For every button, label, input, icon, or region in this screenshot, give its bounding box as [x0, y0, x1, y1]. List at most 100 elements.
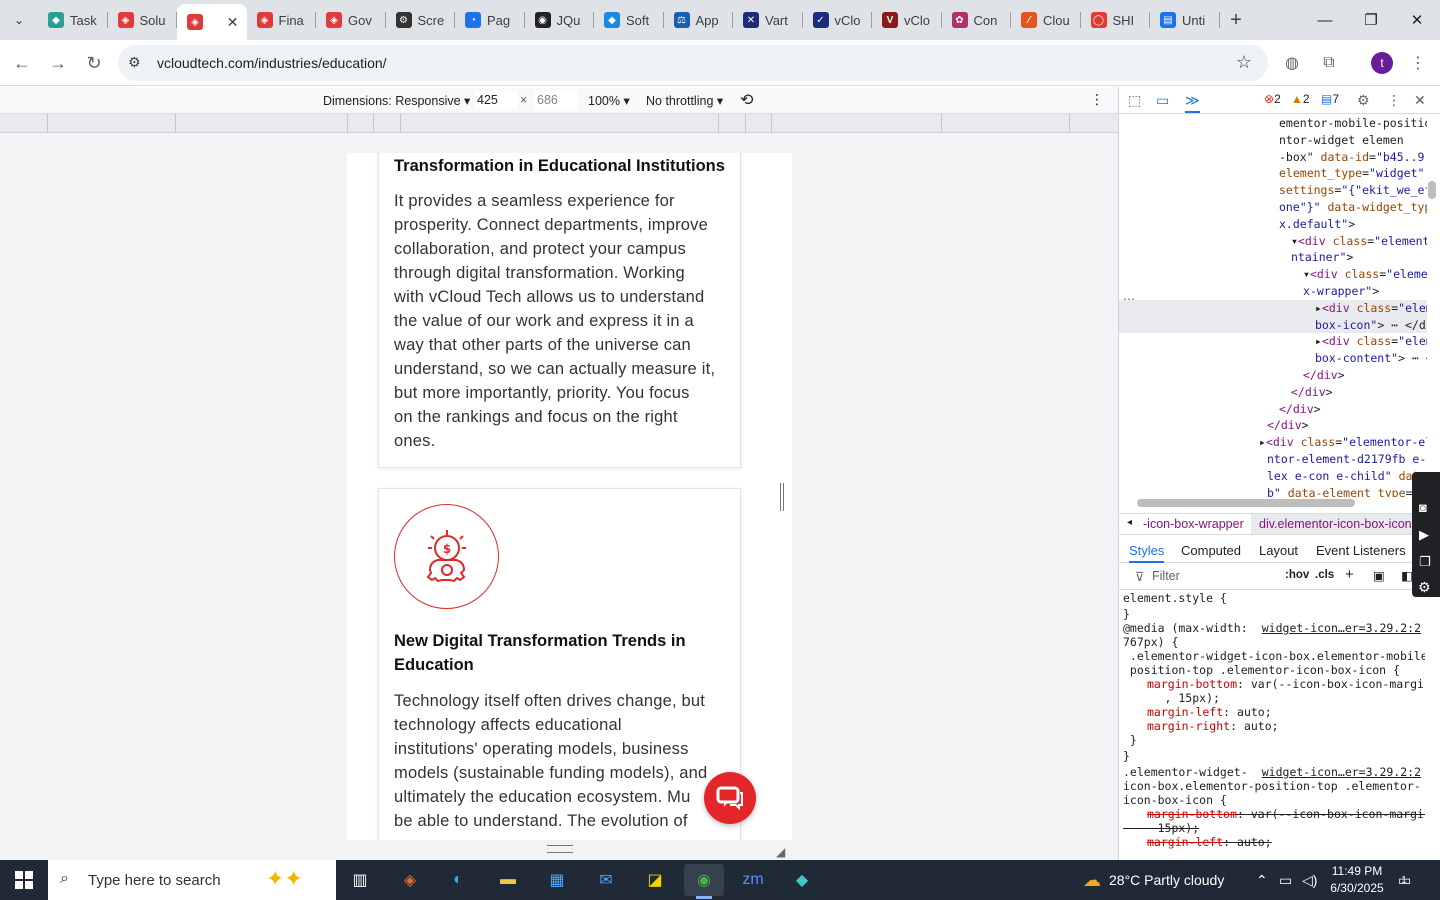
css-rule-line[interactable]: 15px); — [1119, 821, 1425, 835]
volume-icon[interactable]: ◁) — [1302, 860, 1317, 900]
css-rule-line[interactable]: } — [1119, 749, 1425, 763]
address-bar[interactable]: ⚙ vcloudtech.com/industries/education/ ☆ — [118, 45, 1268, 81]
throttling-select[interactable]: No throttling ▾ — [646, 93, 723, 108]
browser-tab[interactable]: ◈ Fina — [247, 4, 317, 36]
dom-node-line[interactable]: ntainer"> — [1119, 249, 1427, 266]
dom-node-line[interactable]: ntor-element-d2179fb e-c — [1119, 451, 1427, 468]
css-rule-line[interactable]: position-top .elementor-icon-box-icon { — [1119, 663, 1425, 677]
dom-node-line[interactable]: lex e-con e-child" data- — [1119, 468, 1427, 485]
resize-handle-bottom[interactable] — [547, 845, 573, 853]
edge-icon[interactable]: ◐ — [438, 864, 478, 896]
css-rule-line[interactable]: widget-icon…er=3.29.2:2 .elementor-widget… — [1119, 765, 1425, 779]
breadcrumb-item-selected[interactable]: div.elementor-icon-box-icon — [1251, 514, 1420, 534]
video-icon[interactable]: ▶ — [1419, 521, 1440, 548]
chrome-icon[interactable]: ◉ — [684, 864, 724, 899]
css-rule-line[interactable]: icon-box.elementor-position-top .element… — [1119, 779, 1425, 793]
browser-tab[interactable]: VvClo — [872, 4, 942, 36]
reload-icon[interactable]: ↻ — [82, 51, 106, 75]
css-rule-line[interactable]: widget-icon…er=3.29.2:2 @media (max-width… — [1119, 621, 1425, 635]
dom-node-line[interactable]: ntor-widget elemen — [1119, 132, 1427, 149]
browser-tab[interactable]: ⚙ Scre — [386, 4, 456, 36]
dom-node-line[interactable]: ▸<div class="eleme — [1119, 333, 1427, 350]
camera-icon[interactable]: ◙ — [1419, 494, 1440, 521]
breadcrumb-item[interactable]: -icon-box-wrapper — [1143, 517, 1244, 531]
network-icon[interactable]: ▭ — [1279, 860, 1292, 900]
menu-icon[interactable]: ⋮ — [1407, 52, 1429, 74]
dom-ellipsis-icon[interactable]: ⋯ — [1123, 292, 1135, 306]
dom-node-line[interactable]: -box" data-id="b45..9 — [1119, 149, 1427, 166]
warnings-count[interactable]: ▲2 — [1291, 92, 1310, 106]
resize-handle-right[interactable] — [780, 483, 784, 511]
resize-handle-corner[interactable]: ◢ — [776, 845, 785, 859]
mail-icon[interactable]: ✉ — [586, 864, 626, 896]
new-rule-icon[interactable]: + — [1345, 566, 1354, 583]
notifications-icon[interactable]: ▭ 1 — [1398, 860, 1411, 900]
dom-node-line[interactable]: settings="{"ekit_we_ef — [1119, 182, 1427, 199]
rotate-icon[interactable]: ⟲ — [740, 90, 753, 110]
tab-layout[interactable]: Layout — [1259, 543, 1298, 558]
close-devtools-icon[interactable]: ✕ — [1414, 92, 1426, 109]
browser-tab[interactable]: ◆ Task — [38, 4, 108, 36]
profile-avatar[interactable]: t — [1371, 52, 1393, 74]
dom-node-line[interactable]: x-wrapper"> — [1119, 283, 1427, 300]
extensions-icon[interactable]: ⧉ — [1318, 52, 1340, 74]
css-rule-line[interactable]: icon-box-icon { — [1119, 793, 1425, 807]
dom-node-line[interactable]: ▾<div class="elementor — [1119, 233, 1427, 250]
dom-node-line[interactable]: box-content"> ⋯ < — [1119, 350, 1427, 367]
dom-node-line[interactable]: one"}" data-widget_typ — [1119, 199, 1427, 216]
clock[interactable]: 11:49 PM 6/30/2025 — [1330, 860, 1384, 900]
device-toggle-icon[interactable]: ▭ — [1156, 92, 1169, 109]
maximize-icon[interactable]: ❐ — [1348, 0, 1394, 40]
new-tab-button[interactable]: + — [1224, 8, 1248, 32]
dom-node-line[interactable]: element_type="widget" — [1119, 165, 1427, 182]
zoom-app-icon[interactable]: zm — [733, 864, 773, 896]
translate-icon[interactable]: ◍ — [1281, 52, 1303, 74]
chat-button[interactable] — [704, 772, 756, 824]
css-rule-line[interactable]: margin-left: auto; — [1119, 705, 1425, 719]
url-text[interactable]: vcloudtech.com/industries/education/ — [157, 55, 387, 71]
taskbar-search[interactable]: ⌕ Type here to search ✦✦ — [48, 860, 336, 900]
zoom-select[interactable]: 100% ▾ — [588, 93, 630, 108]
task-view-icon[interactable]: ▥ — [340, 864, 380, 896]
css-rule-line[interactable]: , 15px); — [1119, 691, 1425, 705]
search-highlight-icon[interactable]: ✦✦ — [266, 866, 303, 892]
tab-search-icon[interactable]: ⌄ — [6, 8, 32, 32]
dom-node-line[interactable]: </div> — [1119, 367, 1427, 384]
bookmark-star-icon[interactable]: ☆ — [1236, 52, 1252, 73]
messages-count[interactable]: ▤7 — [1321, 92, 1339, 106]
css-rule-line[interactable]: .elementor-widget-icon-box.elementor-mob… — [1119, 649, 1425, 663]
browser-tab[interactable]: ✓ vClo — [803, 4, 873, 36]
styles-pane[interactable]: element.style {} widget-icon…er=3.29.2:2 @… — [1119, 591, 1425, 860]
dom-node-line[interactable]: ▾<div class="element — [1119, 266, 1427, 283]
dom-node-line[interactable]: ▸<div class="elementor-el — [1119, 434, 1427, 451]
weather-widget[interactable]: ☁ 28°C Partly cloudy — [1083, 860, 1224, 900]
height-input[interactable]: 686 — [534, 91, 578, 109]
app-icon[interactable]: ◆ — [782, 864, 822, 896]
browser-tab[interactable]: ◯ SHI — [1081, 4, 1151, 36]
filter-input[interactable]: Filter — [1152, 569, 1180, 583]
paint-icon[interactable]: ▣ — [1373, 568, 1385, 583]
browser-tab[interactable]: ◈ Solu — [108, 4, 178, 36]
dimensions-select[interactable]: Dimensions: Responsive ▾ — [323, 93, 470, 108]
settings-icon[interactable]: ⚙ — [1357, 92, 1370, 109]
forward-icon[interactable]: → — [46, 51, 70, 75]
gear-icon[interactable]: ⚙ — [1418, 575, 1440, 599]
dom-node-line[interactable]: ementor-mobile-positio — [1119, 115, 1427, 132]
store-icon[interactable]: ▦ — [537, 864, 577, 896]
dom-node-line[interactable]: </div> — [1119, 401, 1427, 418]
tab-computed[interactable]: Computed — [1181, 543, 1241, 558]
browser-tab[interactable]: ◔ Pag — [455, 4, 525, 36]
file-explorer-icon[interactable]: ▬ — [488, 864, 528, 896]
dom-node-line[interactable]: ▸<div class="eleme — [1119, 299, 1427, 317]
browser-tab[interactable]: ✕ Vart — [733, 4, 803, 36]
hov-toggle[interactable]: :hov — [1285, 569, 1309, 581]
breadcrumb-left-icon[interactable]: ◂ — [1127, 517, 1132, 528]
browser-tab[interactable]: ✿ Con — [942, 4, 1012, 36]
dom-node-line[interactable]: x.default"> — [1119, 216, 1427, 233]
css-rule-line[interactable]: margin-right: auto; — [1119, 719, 1425, 733]
dom-node-line[interactable]: box-icon"> ⋯ </di — [1119, 316, 1427, 334]
css-rule-line[interactable]: margin-bottom: var(--icon-box-icon-margi… — [1119, 677, 1425, 691]
browser-tab[interactable]: ▤ Unti — [1150, 4, 1220, 36]
device-more-icon[interactable]: ⋮ — [1090, 91, 1104, 108]
browser-tab[interactable]: ◈ ✕ — [177, 4, 247, 40]
